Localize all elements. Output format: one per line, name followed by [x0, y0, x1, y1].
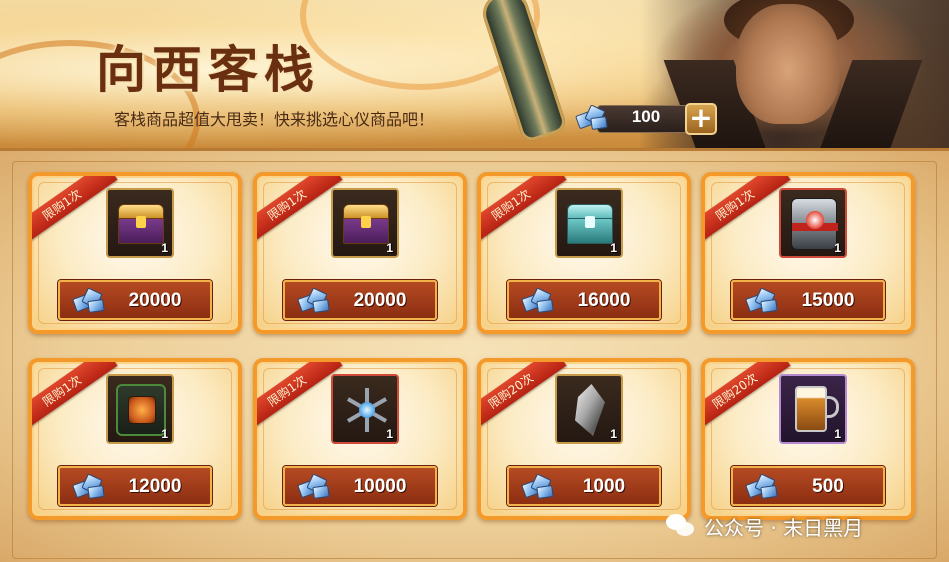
item-count: 1: [386, 241, 393, 255]
purchase-limit-ribbon: 限购1次: [257, 176, 343, 249]
item-count: 1: [610, 241, 617, 255]
gold-purple-chest-icon: [343, 204, 389, 244]
crystal-gem-icon: [72, 287, 106, 314]
buy-button[interactable]: 12000: [58, 466, 212, 506]
shop-item-card[interactable]: 限购1次 1 15000: [701, 172, 915, 334]
item-slot: 1: [331, 374, 399, 444]
item-slot: 1: [779, 188, 847, 258]
red-supply-crate-icon: [791, 198, 838, 250]
item-slot: 1: [779, 374, 847, 444]
teal-chest-icon: [567, 204, 613, 244]
purchase-limit-ribbon: 限购20次: [705, 362, 791, 435]
buy-button[interactable]: 1000: [507, 466, 661, 506]
item-slot: 1: [106, 374, 174, 444]
item-slot: 1: [555, 374, 623, 444]
item-price: 12000: [128, 476, 182, 497]
tri-blade-spinner-icon: [345, 388, 389, 432]
item-count: 1: [834, 241, 841, 255]
crystal-gem-icon: [745, 287, 779, 314]
item-price: 15000: [801, 290, 855, 311]
shop-item-card[interactable]: 限购1次 1 12000: [28, 358, 242, 520]
gray-crystal-icon: [575, 384, 605, 436]
crystal-gem-icon: [72, 473, 106, 500]
buy-button[interactable]: 500: [731, 466, 885, 506]
beer-mug-handle: [825, 396, 839, 418]
crystal-gem-icon: [745, 473, 779, 500]
wechat-icon: [666, 514, 696, 538]
crystal-gem-icon: [297, 287, 331, 314]
item-count: 1: [610, 427, 617, 441]
purchase-limit-ribbon: 限购1次: [481, 176, 567, 249]
buy-button[interactable]: 16000: [507, 280, 661, 320]
item-count: 1: [834, 427, 841, 441]
shop-item-card[interactable]: 限购1次 1 20000: [28, 172, 242, 334]
shop-item-card[interactable]: 限购20次 1 1000: [477, 358, 691, 520]
item-count: 1: [161, 427, 168, 441]
shop-item-card[interactable]: 限购1次 1 16000: [477, 172, 691, 334]
shop-item-card[interactable]: 限购1次 1 10000: [253, 358, 467, 520]
item-price: 1000: [582, 476, 626, 497]
crystal-gem-icon: [521, 287, 555, 314]
buy-button[interactable]: 20000: [58, 280, 212, 320]
gold-purple-chest-icon: [118, 204, 164, 244]
crystal-gem-icon: [521, 473, 555, 500]
item-price: 10000: [353, 476, 407, 497]
item-price: 20000: [128, 290, 182, 311]
watermark-text: 公众号 · 末日黑月: [704, 516, 864, 540]
item-slot: 1: [106, 188, 174, 258]
mech-core-box-icon: [116, 384, 166, 436]
item-price: 20000: [353, 290, 407, 311]
beer-mug-icon: [795, 386, 827, 432]
item-count: 1: [161, 241, 168, 255]
item-price: 500: [812, 476, 844, 497]
buy-button[interactable]: 15000: [731, 280, 885, 320]
buy-button[interactable]: 10000: [283, 466, 437, 506]
purchase-limit-ribbon: 限购20次: [481, 362, 567, 435]
purchase-limit-ribbon: 限购1次: [32, 362, 118, 435]
game-shop-screen: 向西客栈 客栈商品超值大甩卖！快来挑选心仪商品吧！ 100 + 限购1次 1 2…: [0, 0, 949, 562]
shop-item-card[interactable]: 限购1次 1 20000: [253, 172, 467, 334]
purchase-limit-ribbon: 限购1次: [32, 176, 118, 249]
purchase-limit-ribbon: 限购1次: [705, 176, 791, 249]
item-slot: 1: [331, 188, 399, 258]
purchase-limit-ribbon: 限购1次: [257, 362, 343, 435]
item-price: 16000: [577, 290, 631, 311]
shop-grid: 限购1次 1 20000 限购1次 1 20000 限购1次 1 16000 限…: [0, 0, 949, 562]
crystal-gem-icon: [297, 473, 331, 500]
item-slot: 1: [555, 188, 623, 258]
buy-button[interactable]: 20000: [283, 280, 437, 320]
shop-item-card[interactable]: 限购20次 1 500: [701, 358, 915, 520]
item-count: 1: [386, 427, 393, 441]
